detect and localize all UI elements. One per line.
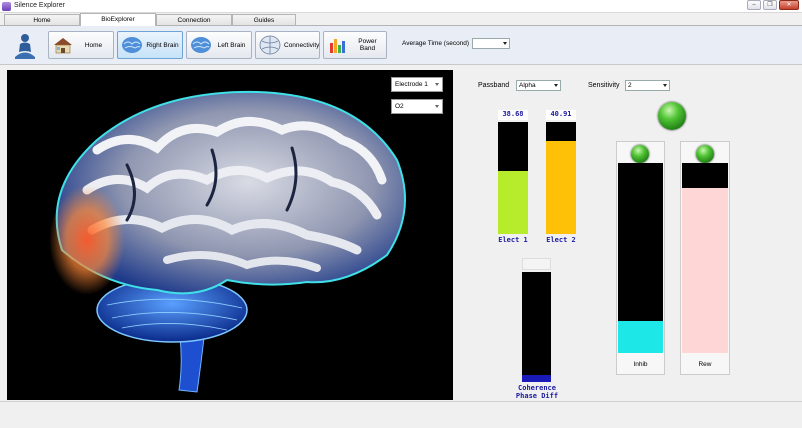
brain-viewer[interactable]: Electrode 1 O2	[7, 70, 453, 400]
elect1-value: 38.68	[498, 110, 528, 120]
reward-label: Rew	[698, 361, 712, 368]
left-brain-button[interactable]: Left Brain	[186, 31, 252, 59]
passband-value: Alpha	[519, 82, 536, 89]
reward-panel: Rew	[680, 141, 730, 375]
average-time-label: Average Time (second)	[402, 40, 470, 47]
coherence-caption-line1: Coherence	[518, 384, 556, 392]
brain-icon	[191, 37, 211, 53]
connectivity-button-label: Connectivity	[284, 41, 320, 49]
elect1-bar-fill	[498, 171, 528, 234]
home-button[interactable]: Home	[48, 31, 114, 59]
power-band-button[interactable]: Power Band	[323, 31, 387, 59]
inhib-label: Inhib	[633, 361, 648, 368]
chevron-down-icon	[435, 105, 439, 108]
elect2-caption: Elect 2	[546, 236, 576, 244]
connectivity-icon	[259, 35, 281, 55]
passband-select[interactable]: Alpha	[516, 80, 561, 91]
inhib-bar	[618, 163, 663, 353]
right-brain-button[interactable]: Right Brain	[117, 31, 183, 59]
coherence-bar-fill	[522, 375, 551, 382]
reward-bar	[682, 163, 728, 353]
house-icon	[54, 38, 72, 54]
left-brain-button-label: Left Brain	[217, 41, 246, 49]
status-strip	[0, 401, 802, 428]
reward-bar-fill	[682, 187, 728, 353]
elect1-caption: Elect 1	[498, 236, 528, 244]
electrode-select-value: Electrode 1	[395, 81, 428, 88]
window-title: Silence Explorer	[14, 2, 65, 9]
inhib-led	[631, 145, 649, 163]
coherence-caption-line2: Phase Diff	[515, 392, 559, 400]
average-time-select[interactable]	[472, 38, 510, 49]
inhib-panel: Inhib	[616, 141, 665, 375]
app-icon	[2, 2, 11, 11]
power-band-button-label: Power Band	[358, 38, 377, 52]
window-controls: ‒ ❐ ✕	[747, 0, 799, 10]
sensitivity-value: 2	[628, 82, 632, 89]
minimize-button[interactable]: ‒	[747, 0, 761, 10]
brain-icon	[122, 37, 142, 53]
passband-label: Passband	[478, 82, 510, 89]
sensitivity-label: Sensitivity	[588, 82, 620, 89]
chevron-down-icon	[663, 84, 667, 87]
right-brain-button-label: Right Brain	[146, 41, 179, 49]
coherence-caption: Coherence Phase Diff	[514, 384, 560, 400]
home-button-label: Home	[84, 41, 103, 49]
chevron-down-icon	[435, 83, 439, 86]
tab-bioexplorer[interactable]: BioExplorer	[80, 13, 156, 26]
brain-3d-image	[49, 90, 406, 393]
reward-led	[696, 145, 714, 163]
chevron-down-icon	[503, 42, 507, 45]
toolbar: Home Right Brain Left Brain Connectivity…	[0, 25, 802, 65]
elect2-value: 40.91	[546, 110, 576, 120]
meditation-icon	[15, 34, 35, 59]
status-led	[658, 102, 686, 130]
elect2-bar	[546, 122, 576, 234]
coherence-header	[522, 258, 551, 270]
inhib-bar-fill	[618, 320, 663, 353]
coherence-bar	[522, 272, 551, 382]
elect2-bar-fill	[546, 141, 576, 234]
channel-select[interactable]: O2	[391, 99, 443, 114]
chevron-down-icon	[554, 84, 558, 87]
maximize-button[interactable]: ❐	[763, 0, 777, 10]
elect1-bar	[498, 122, 528, 234]
sensitivity-select[interactable]: 2	[625, 80, 670, 91]
channel-select-value: O2	[395, 103, 404, 110]
title-bar: Silence Explorer ‒ ❐ ✕	[0, 0, 802, 13]
connectivity-button[interactable]: Connectivity	[255, 31, 320, 59]
close-button[interactable]: ✕	[779, 0, 799, 10]
electrode-select[interactable]: Electrode 1	[391, 77, 443, 92]
bar-chart-icon	[330, 39, 345, 53]
